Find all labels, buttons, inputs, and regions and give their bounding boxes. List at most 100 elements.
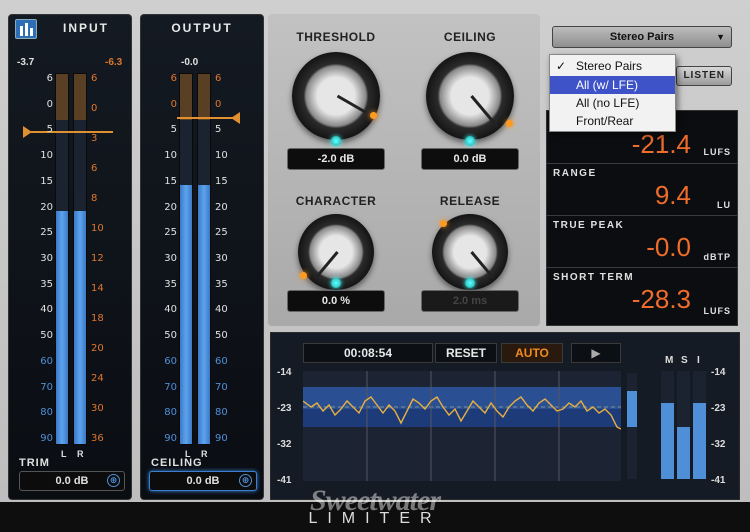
scale-tick: 50 bbox=[40, 330, 53, 342]
m-meter bbox=[661, 371, 674, 479]
true-peak-label: TRUE PEAK bbox=[553, 220, 625, 231]
output-peak: -0.0 bbox=[181, 57, 199, 68]
input-channel-left: L bbox=[61, 449, 68, 459]
scale-tick: 25 bbox=[215, 227, 228, 239]
scale-tick: 18 bbox=[91, 313, 104, 324]
scale-tick: 6 bbox=[215, 73, 222, 84]
short-term-row: SHORT TERM -28.3 LUFS bbox=[547, 267, 737, 327]
msi-label-i: I bbox=[697, 355, 700, 366]
input-scale-right: 6 0 3 6 8 10 12 14 18 20 24 30 36 bbox=[91, 73, 121, 445]
output-meter-left bbox=[179, 73, 193, 445]
scale-tick: 6 bbox=[46, 73, 53, 84]
dropdown-option-all-lfe[interactable]: All (w/ LFE) bbox=[550, 76, 675, 94]
ceiling-field[interactable]: 0.0 dB ⊕ bbox=[149, 471, 257, 491]
ceiling-knob-label: CEILING bbox=[443, 30, 497, 44]
range-unit: LU bbox=[717, 200, 731, 210]
threshold-knob[interactable] bbox=[292, 52, 380, 140]
release-value[interactable]: 2.0 ms bbox=[421, 290, 519, 312]
scale-tick: 40 bbox=[164, 304, 177, 316]
scale-tick: 0 bbox=[46, 98, 53, 110]
scale-tick: 80 bbox=[215, 407, 228, 419]
knob-section: THRESHOLD -2.0 dB CEILING 0.0 dB CHARACT… bbox=[268, 14, 540, 326]
ceiling-knob-led bbox=[465, 136, 475, 146]
scale-tick: 80 bbox=[164, 407, 177, 419]
release-label: RELEASE bbox=[439, 194, 501, 208]
output-scale-left: 6 0 5 10 15 20 25 30 35 40 50 60 70 80 90 bbox=[155, 73, 177, 445]
link-icon[interactable]: ⊕ bbox=[239, 474, 252, 487]
true-peak-row: TRUE PEAK -0.0 dBTP bbox=[547, 215, 737, 267]
dropdown-option-front-rear[interactable]: Front/Rear bbox=[550, 112, 675, 130]
scale-tick: 10 bbox=[215, 150, 228, 162]
scale-tick: 25 bbox=[164, 227, 177, 239]
input-meter-left bbox=[55, 73, 69, 445]
range-label: RANGE bbox=[553, 168, 597, 179]
scale-tick: 90 bbox=[40, 433, 53, 444]
scale-tick: 50 bbox=[215, 330, 228, 342]
link-icon[interactable]: ⊕ bbox=[107, 474, 120, 487]
range-row: RANGE 9.4 LU bbox=[547, 163, 737, 215]
scale-tick: 30 bbox=[164, 253, 177, 264]
scale-tick: 6 bbox=[170, 73, 177, 84]
scale-tick: 35 bbox=[215, 278, 228, 290]
trim-field[interactable]: 0.0 dB ⊕ bbox=[19, 471, 125, 491]
input-peak-left: -3.7 bbox=[17, 57, 35, 68]
scale-tick: 20 bbox=[40, 201, 53, 213]
scale-tick: 0 bbox=[91, 103, 98, 114]
scale-tick: 0 bbox=[170, 98, 177, 110]
trim-value: 0.0 dB bbox=[55, 475, 89, 487]
listen-button[interactable]: LISTEN bbox=[676, 66, 732, 86]
scale-tick: 60 bbox=[40, 355, 53, 367]
short-term-label: SHORT TERM bbox=[553, 272, 635, 283]
scale-tick: 20 bbox=[164, 201, 177, 213]
scale-tick: 36 bbox=[91, 433, 104, 444]
scale-tick: 50 bbox=[164, 330, 177, 342]
auto-button[interactable]: AUTO bbox=[501, 343, 563, 363]
input-meter-right-fill bbox=[74, 210, 86, 444]
ceiling-field-value: 0.0 dB bbox=[186, 475, 220, 487]
scale-tick: 24 bbox=[91, 373, 104, 384]
input-scale-left: 6 0 5 10 15 20 25 30 35 40 50 60 70 80 90 bbox=[33, 73, 53, 445]
history-graph bbox=[303, 371, 621, 481]
range-value: 9.4 bbox=[654, 180, 691, 210]
msi-scale-2: -32 bbox=[711, 439, 726, 450]
character-value[interactable]: 0.0 % bbox=[287, 290, 385, 312]
loudness-panel: -21.4 LUFS RANGE 9.4 LU TRUE PEAK -0.0 d… bbox=[546, 110, 738, 326]
ceiling-label: CEILING bbox=[151, 457, 203, 469]
true-peak-unit: dBTP bbox=[703, 252, 731, 262]
input-peak-right: -6.3 bbox=[105, 57, 123, 68]
s-meter bbox=[677, 371, 690, 479]
scale-tick: 6 bbox=[91, 73, 98, 84]
ceiling-knob[interactable] bbox=[426, 52, 514, 140]
history-side-meter bbox=[627, 373, 637, 479]
scale-tick: 12 bbox=[91, 253, 104, 264]
short-term-value: -28.3 bbox=[631, 284, 691, 314]
mode-dropdown[interactable]: Stereo Pairs ▼ bbox=[552, 26, 732, 48]
dropdown-option-stereo-pairs[interactable]: ✓ Stereo Pairs bbox=[550, 57, 675, 75]
scale-tick: 3 bbox=[91, 133, 98, 144]
scale-tick: 20 bbox=[91, 343, 104, 354]
chevron-down-icon: ▼ bbox=[716, 32, 725, 42]
scale-tick: 10 bbox=[164, 150, 177, 162]
scale-tick: 40 bbox=[215, 304, 228, 316]
scale-tick: 15 bbox=[215, 175, 228, 187]
scale-tick: 60 bbox=[215, 355, 228, 367]
threshold-value[interactable]: -2.0 dB bbox=[287, 148, 385, 170]
play-button[interactable]: ▶ bbox=[571, 343, 621, 363]
release-led bbox=[465, 278, 475, 288]
reset-button[interactable]: RESET bbox=[435, 343, 497, 363]
output-meter-right-fill bbox=[198, 185, 210, 444]
scale-tick: 0 bbox=[215, 98, 222, 110]
msi-scale-1: -23 bbox=[711, 403, 726, 414]
ceiling-knob-value[interactable]: 0.0 dB bbox=[421, 148, 519, 170]
scale-tick: 6 bbox=[91, 163, 98, 174]
output-meter-left-fill bbox=[180, 185, 192, 444]
scale-tick: 5 bbox=[215, 124, 222, 136]
history-time: 00:08:54 bbox=[303, 343, 433, 363]
dropdown-option-all-no-lfe[interactable]: All (no LFE) bbox=[550, 94, 675, 112]
input-threshold-handle[interactable] bbox=[23, 126, 32, 138]
scale-tick: 30 bbox=[215, 253, 228, 264]
msi-label-s: S bbox=[681, 355, 688, 366]
msi-label-m: M bbox=[665, 355, 674, 366]
checkmark-icon: ✓ bbox=[556, 59, 567, 73]
history-scale-2: -32 bbox=[277, 439, 292, 450]
